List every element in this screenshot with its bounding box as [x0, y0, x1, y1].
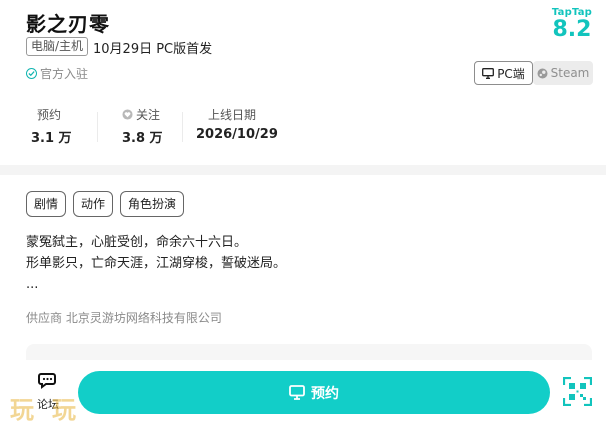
stat-divider [97, 112, 98, 142]
stat-reserve-value: 3.1 万 [31, 131, 72, 146]
stat-follow: 关注 3.8 万 [122, 106, 163, 146]
section-separator [0, 165, 606, 175]
stat-divider [182, 112, 183, 142]
stat-launch-value: 2026/10/29 [196, 127, 278, 142]
pc-platform-label: PC端 [497, 66, 525, 81]
stat-reserve: 预约 3.1 万 [31, 106, 72, 146]
release-info: 10月29日 PC版首发 [93, 42, 213, 57]
tag-action[interactable]: 动作 [73, 191, 114, 217]
stat-follow-label: 关注 [136, 108, 161, 122]
official-label: 官方入驻 [40, 67, 89, 81]
qr-code-icon[interactable] [563, 377, 592, 406]
steam-platform-button[interactable]: Steam [533, 61, 593, 85]
tag-story[interactable]: 剧情 [26, 191, 67, 217]
platform-badge: 电脑/主机 [26, 37, 89, 56]
taptap-rating: TapTap 8.2 [552, 7, 592, 42]
stat-reserve-label: 预约 [37, 108, 62, 122]
reserve-button-label: 预约 [311, 385, 339, 402]
site-watermark: 玩玩 [10, 395, 94, 424]
description-more[interactable]: ... [26, 274, 286, 295]
stats-row: 预约 3.1 万 关注 3.8 万 上线日期 2026/10/29 [0, 106, 606, 146]
tag-rpg[interactable]: 角色扮演 [120, 191, 185, 217]
tag-list: 剧情 动作 角色扮演 [26, 191, 185, 217]
stat-launch: 上线日期 2026/10/29 [196, 106, 278, 142]
official-verified: 官方入驻 [26, 65, 88, 82]
supplier-info: 供应商 北京灵游坊网络科技有限公司 [26, 311, 222, 325]
game-header: 影之刃零 电脑/主机 10月29日 PC版首发 官方入驻 TapTap 8.2 … [0, 0, 606, 165]
rating-score: 8.2 [552, 17, 592, 42]
reserve-button[interactable]: 预约 [78, 371, 550, 414]
description-line: 蒙冤弑主，心脏受创，命余六十六日。 [26, 235, 248, 250]
check-circle-icon [26, 68, 37, 79]
chat-bubble-icon [38, 373, 56, 389]
pc-platform-button[interactable]: PC端 [474, 61, 533, 85]
game-title: 影之刃零 [26, 12, 110, 36]
stat-follow-value: 3.8 万 [122, 131, 163, 146]
description-line: 形单影只，亡命天涯，江湖穿梭，誓破迷局。 [26, 256, 287, 271]
stat-launch-label: 上线日期 [208, 108, 257, 122]
heart-shield-icon [122, 109, 133, 120]
game-description[interactable]: 蒙冤弑主，心脏受创，命余六十六日。 形单影只，亡命天涯，江湖穿梭，誓破迷局。 .… [26, 232, 286, 295]
steam-icon [537, 68, 548, 78]
monitor-icon [289, 385, 305, 400]
monitor-icon [482, 67, 495, 79]
steam-platform-label: Steam [550, 66, 590, 80]
